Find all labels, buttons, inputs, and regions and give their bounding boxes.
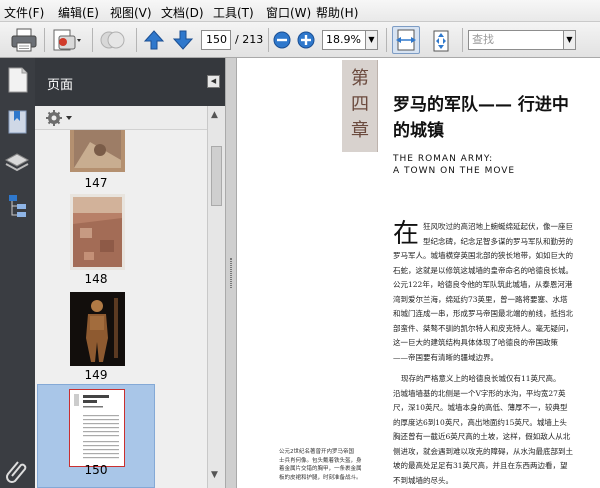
- text-line: 尺，深10英尺。城墙本身的高低、薄厚不一，较典型: [393, 403, 568, 412]
- text-line: 狂风吹过的高沼地上蜿蜒绵延起伏，像一座巨: [423, 222, 573, 231]
- text-line: 这一巨大的建筑结构具体体现了哈德良的帝国政策: [393, 338, 558, 347]
- page-number-input[interactable]: 150: [201, 30, 231, 50]
- zoom-level-input[interactable]: 18.9%: [322, 30, 366, 50]
- previous-page-icon[interactable]: [143, 28, 165, 52]
- chapter-mark-char: 四: [351, 94, 369, 115]
- next-page-icon[interactable]: [172, 28, 194, 52]
- text-line: 和城门连成一串，形成罗马帝国最北端的前线，抵挡北: [393, 309, 573, 318]
- options-gear-icon[interactable]: [45, 108, 75, 128]
- text-line: 现存的严格意义上的哈德良长城仅有11英尺高。: [401, 374, 561, 383]
- create-pdf-icon[interactable]: [50, 27, 82, 53]
- bookmarks-icon[interactable]: [0, 104, 35, 140]
- text-line: 胸还曾有一截近6英尺高的土坡，这样，假如敌人从北: [393, 432, 571, 441]
- zoom-out-icon[interactable]: [272, 30, 292, 50]
- page-total: / 213: [235, 33, 264, 46]
- paragraph-2: 现存的严格意义上的哈德良长城仅有11英尺高。 沿城墙墙基的北侧是一个V字形的水沟…: [393, 372, 597, 488]
- menu-edit[interactable]: 编辑(E): [58, 4, 99, 21]
- menu-document[interactable]: 文档(D): [161, 4, 204, 21]
- menu-view[interactable]: 视图(V): [110, 4, 152, 21]
- layers-icon[interactable]: [0, 146, 35, 182]
- caption-line: 着金属片交错的胸甲，一条裹金属: [279, 466, 362, 472]
- thumbnail-image: [70, 194, 125, 270]
- drop-cap: 在: [393, 219, 420, 249]
- chapter-mark-char: 章: [351, 120, 369, 141]
- pages-panel-header: 页面 ◀: [35, 58, 225, 106]
- chapter-subtitle-line2: A TOWN ON THE MOVE: [393, 166, 516, 176]
- thumbnail-list: 147 148 149 150: [35, 130, 207, 488]
- paragraph-1: 罗马军人。城墙横穿英国北部的狭长地带，如如巨大的 石蛇，这就是以修筑这城墙的皇帝…: [393, 249, 597, 365]
- attachments-icon[interactable]: [0, 452, 35, 488]
- text-line: 型纪念碑，纪念足智多谋的罗马军队和勤劳的: [423, 236, 573, 246]
- menu-tools[interactable]: 工具(T): [213, 4, 254, 21]
- thumbnail-image: [70, 130, 125, 172]
- pages-icon[interactable]: [0, 62, 35, 98]
- caption-line: 公元2世纪名著曾开内罗马帝国: [279, 449, 355, 455]
- text-line: 坡的最高处足足有31英尺高，并且在东西两边看，望: [393, 461, 568, 470]
- toolbar: 150 / 213 18.9% ▼ 查找 ▼: [0, 22, 600, 58]
- structure-icon[interactable]: [0, 188, 35, 224]
- text-line: 石蛇，这就是以修筑这城墙的皇帝命名的哈德良长城。: [393, 265, 573, 275]
- text-line: 部蛮件、桀骜不驯的凯尔特人和皮克特人。毫无疑问，: [393, 323, 573, 333]
- thumbnail-page-150[interactable]: 150: [37, 384, 155, 488]
- thumbnail-label: 150: [84, 463, 108, 477]
- chapter-title-line2: 的城镇: [393, 121, 444, 141]
- menu-file[interactable]: 文件(F): [4, 4, 44, 21]
- chapter-mark-char: 第: [351, 68, 369, 89]
- panel-splitter[interactable]: [225, 58, 237, 488]
- text-line: 侧进攻，就会遇到难以攻克的障碍，从水沟最底部到土: [393, 446, 573, 456]
- thumbnail-scrollbar[interactable]: ▲ ▼: [207, 106, 225, 488]
- text-line: 不到城墙的尽头。: [393, 475, 453, 485]
- chapter-subtitle-line1: THE ROMAN ARMY:: [393, 154, 494, 164]
- collapse-panel-icon[interactable]: ◀: [207, 75, 220, 88]
- scroll-thumb[interactable]: [211, 146, 222, 206]
- text-line: 湾到爱尔兰海，绵延约73英里，曾一路将要塞、水塔: [393, 294, 568, 304]
- text-line: 公元122年，哈德良令他的军队筑此城墙，从泰恩河港: [393, 280, 573, 289]
- collaborate-icon[interactable]: [98, 27, 128, 53]
- panel-title: 页面: [47, 78, 74, 93]
- menu-window[interactable]: 窗口(W): [266, 4, 311, 21]
- menu-help[interactable]: 帮助(H): [316, 4, 358, 21]
- text-line: ——帝国要有清晰的疆域边界。: [393, 352, 498, 362]
- fit-page-icon[interactable]: [428, 28, 454, 54]
- zoom-in-icon[interactable]: [296, 30, 316, 50]
- search-dropdown-icon[interactable]: ▼: [564, 30, 576, 50]
- caption-line: 士兵肖何像。包头戴着铁头盔，身: [279, 457, 362, 464]
- text-line: 沿城墙墙基的北侧是一个V字形的水沟，平均宽27英: [393, 388, 566, 398]
- menu-bar: 文件(F) 编辑(E) 视图(V) 文档(D) 工具(T) 窗口(W) 帮助(H…: [0, 0, 600, 22]
- text-line: 的厚度达6到10英尺，高出地面约15英尺。城墙上头: [393, 417, 567, 427]
- thumbnail-label: 148: [84, 272, 108, 286]
- thumbnail-image: [69, 389, 125, 467]
- scroll-up-icon[interactable]: ▲: [211, 110, 218, 120]
- caption-line: 板的皮裙和护腿，时刻准备战斗。: [279, 474, 362, 481]
- document-page: 第 四 章 罗马的军队—— 行进中 的城镇 THE ROMAN ARMY: A …: [237, 58, 600, 488]
- thumbnail-image: [70, 292, 125, 366]
- zoom-dropdown-icon[interactable]: ▼: [366, 30, 378, 50]
- text-line: 罗马军人。城墙横穿英国北部的狭长地带，如如巨大的: [393, 251, 573, 260]
- panel-options-bar: [35, 106, 225, 130]
- fit-width-button[interactable]: [392, 26, 420, 54]
- print-icon[interactable]: [10, 27, 38, 53]
- photo-caption: 公元2世纪名著曾开内罗马帝国 士兵肖何像。包头戴着铁头盔，身 着金属片交错的胸甲…: [279, 448, 387, 482]
- chapter-mark: 第 四 章: [342, 60, 378, 152]
- search-input[interactable]: 查找: [468, 30, 564, 50]
- fit-width-icon: [396, 29, 416, 51]
- thumbnail-label: 147: [84, 176, 108, 190]
- scroll-down-icon[interactable]: ▼: [211, 470, 218, 480]
- thumbnail-label: 149: [84, 368, 108, 382]
- paragraph-1-head: 狂风吹过的高沼地上蜿蜒绵延起伏，像一座巨 型纪念碑，纪念足智多谋的罗马军队和勤劳…: [423, 220, 597, 249]
- chapter-title-line1: 罗马的军队—— 行进中: [393, 95, 569, 115]
- navigation-strip: [0, 58, 35, 488]
